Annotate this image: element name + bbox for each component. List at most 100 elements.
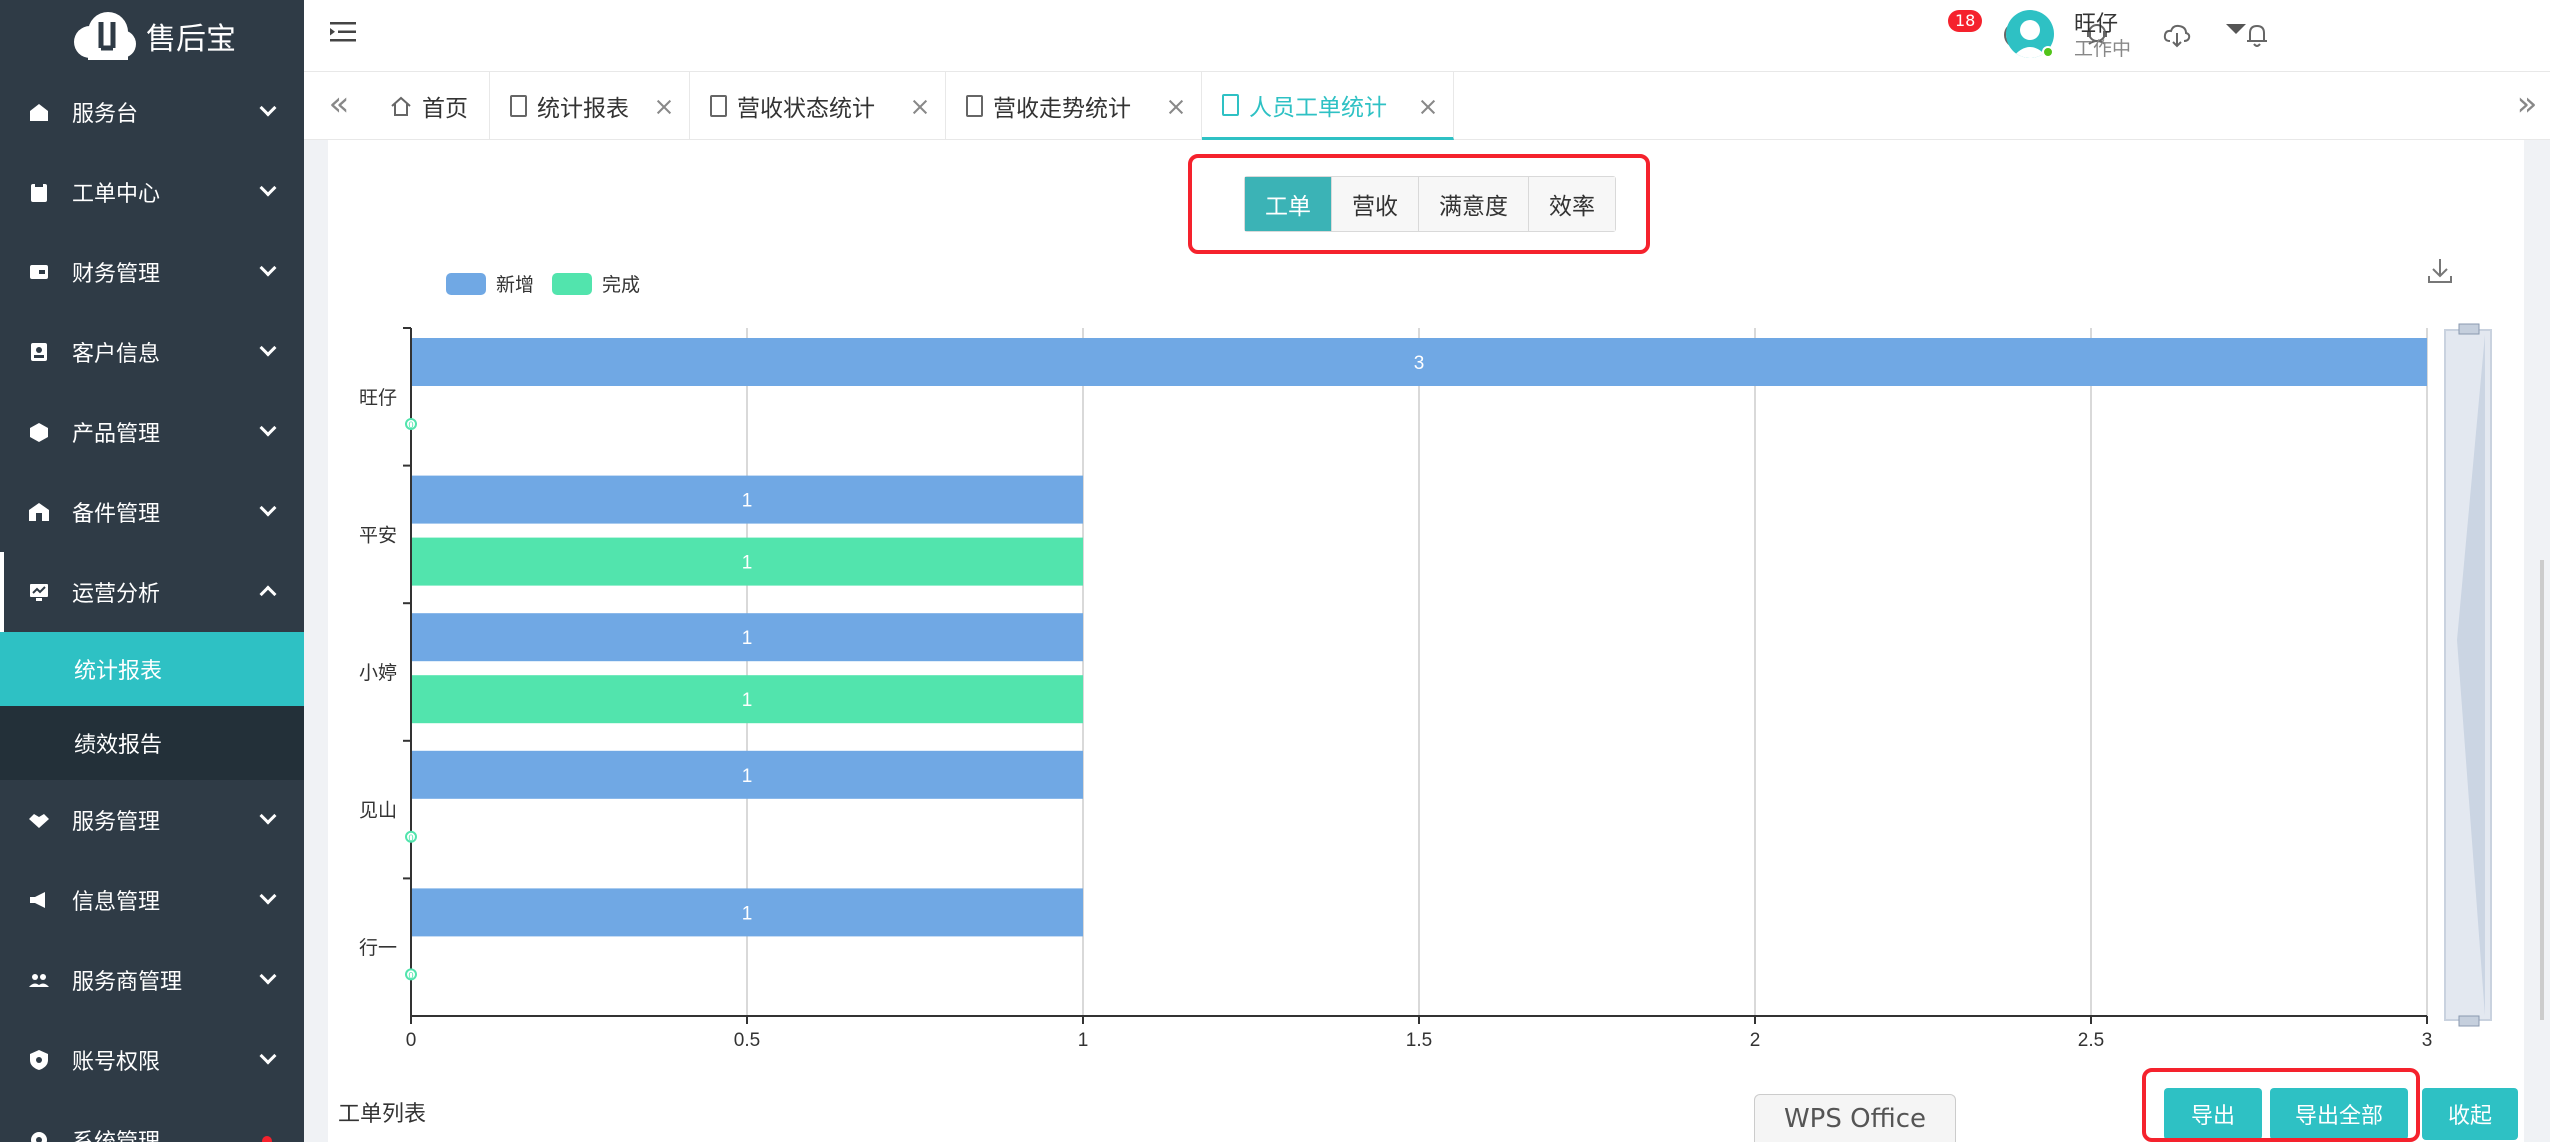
brand-name: 售后宝	[146, 22, 236, 57]
tab-bar: « 首页 统计报表 营收状态统计 营收走势统计 人员工单统计 »	[304, 72, 2550, 140]
menu-toggle-icon[interactable]	[330, 20, 358, 44]
chevron-down-icon	[259, 339, 277, 357]
sidebar-subitem-performance-report[interactable]: 绩效报告	[0, 706, 304, 780]
tabs-scroll-right-icon[interactable]: »	[2512, 87, 2542, 121]
document-icon	[510, 95, 527, 117]
tab-revenue-trend[interactable]: 营收走势统计	[946, 72, 1202, 140]
bar-value-label: 1	[742, 903, 753, 924]
sidebar-item-service-management[interactable]: 服务管理	[0, 780, 304, 860]
zero-value-label: 0	[408, 420, 413, 430]
chevron-up-icon	[259, 585, 277, 603]
chevron-down-icon	[259, 807, 277, 825]
bar-value-label: 3	[1414, 353, 1425, 374]
sidebar-item-operations-analysis[interactable]: 运营分析	[0, 552, 304, 632]
user-status: 工作中	[2074, 38, 2132, 60]
document-icon	[710, 95, 727, 117]
chevron-down-icon	[259, 887, 277, 905]
x-tick-label: 3	[2422, 1030, 2433, 1051]
zero-value-label: 0	[408, 833, 413, 843]
box-icon	[28, 421, 50, 443]
shield-icon	[28, 1049, 50, 1071]
sidebar-subitem-statistics-report[interactable]: 统计报表	[0, 632, 304, 706]
wps-office-tab[interactable]: WPS Office	[1754, 1094, 1956, 1142]
x-tick-label: 2	[1750, 1030, 1761, 1051]
sidebar: 售后宝 服务台 工单中心 财务管理 客户信息 产品管理 备件管理 运营分析 统计…	[0, 0, 304, 1142]
sidebar-item-label: 财务管理	[72, 262, 161, 287]
group-icon	[28, 969, 50, 991]
tabs-scroll-left-icon[interactable]: «	[324, 87, 354, 121]
close-icon[interactable]	[1167, 98, 1185, 116]
chevron-down-icon	[259, 1047, 277, 1065]
sidebar-item-label: 信息管理	[72, 890, 161, 915]
y-category-label: 小婷	[359, 662, 397, 684]
x-tick-label: 0	[406, 1030, 417, 1051]
zoom-handle-top[interactable]	[2458, 323, 2480, 335]
monitor-icon	[28, 101, 50, 123]
highlight-box-export	[2142, 1068, 2420, 1142]
tab-label: 人员工单统计	[1249, 94, 1387, 121]
bar-value-label: 1	[742, 766, 753, 787]
chevron-down-icon	[259, 499, 277, 517]
sidebar-item-customers[interactable]: 客户信息	[0, 312, 304, 392]
sidebar-item-label: 服务商管理	[72, 970, 183, 995]
bar-chart: 0 0.5 1 1.5 2 2.5 3 旺仔 3 0 平安 1 1 小婷 1 1 见山 1 0 行一 1 0	[359, 323, 2492, 1051]
sidebar-item-label: 客户信息	[72, 342, 161, 367]
gear-icon	[28, 1129, 50, 1142]
home-icon	[391, 96, 411, 116]
tab-label: 首页	[422, 96, 468, 122]
chevron-down-icon	[259, 967, 277, 985]
sidebar-item-system[interactable]: 系统管理	[0, 1100, 304, 1142]
sidebar-item-label: 服务管理	[72, 810, 161, 835]
chevron-down-icon	[259, 419, 277, 437]
tab-statistics-report[interactable]: 统计报表	[490, 72, 690, 140]
document-icon	[1222, 93, 1239, 116]
tab-revenue-status[interactable]: 营收状态统计	[690, 72, 946, 140]
warehouse-icon	[28, 501, 50, 523]
bar-value-label: 1	[742, 628, 753, 649]
bar-value-label: 1	[742, 553, 753, 574]
sidebar-item-products[interactable]: 产品管理	[0, 392, 304, 472]
sidebar-item-label: 运营分析	[72, 582, 161, 607]
sidebar-item-spare-parts[interactable]: 备件管理	[0, 472, 304, 552]
collapse-button[interactable]: 收起	[2422, 1088, 2518, 1140]
tab-label: 营收状态统计	[737, 96, 875, 122]
y-category-label: 旺仔	[359, 387, 397, 409]
sidebar-subitem-label: 统计报表	[74, 659, 163, 684]
sidebar-item-account-permissions[interactable]: 账号权限	[0, 1020, 304, 1100]
close-icon[interactable]	[1419, 98, 1437, 116]
chart-panel: 工单 营收 满意度 效率 新增 完成 0 0.5 1 1.5 2 2.5 3 旺仔 3 0 平安 1 1…	[328, 140, 2524, 1142]
sidebar-item-service-providers[interactable]: 服务商管理	[0, 940, 304, 1020]
chevron-down-icon	[259, 179, 277, 197]
cloud-logo-icon	[74, 12, 136, 60]
sidebar-item-label: 产品管理	[72, 422, 161, 447]
tab-label: 营收走势统计	[993, 96, 1131, 122]
document-icon	[966, 95, 983, 117]
caret-down-icon[interactable]	[2226, 24, 2246, 34]
work-order-list-title: 工单列表	[338, 1102, 427, 1127]
zoom-handle-bottom[interactable]	[2458, 1015, 2480, 1027]
sidebar-item-label: 账号权限	[72, 1050, 161, 1075]
brand-logo[interactable]: 售后宝	[0, 0, 304, 72]
y-category-label: 平安	[359, 524, 397, 546]
tab-staff-workorder[interactable]: 人员工单统计	[1202, 72, 1454, 140]
y-category-label: 行一	[359, 937, 397, 959]
page-scrollbar[interactable]	[2540, 560, 2544, 1020]
close-icon[interactable]	[911, 98, 929, 116]
close-icon[interactable]	[655, 98, 673, 116]
notification-bell-icon[interactable]	[2242, 20, 2272, 50]
x-tick-label: 0.5	[734, 1030, 760, 1051]
sidebar-item-label: 系统管理	[72, 1124, 160, 1142]
sidebar-item-label: 工单中心	[72, 182, 161, 207]
tab-home[interactable]: 首页	[368, 72, 490, 140]
sidebar-item-finance[interactable]: 财务管理	[0, 232, 304, 312]
sidebar-item-label: 备件管理	[72, 502, 161, 527]
cloud-download-icon[interactable]	[2162, 20, 2192, 50]
sidebar-item-information[interactable]: 信息管理	[0, 860, 304, 940]
y-category-label: 见山	[359, 800, 397, 822]
zero-value-label: 0	[408, 970, 413, 980]
contact-card-icon	[28, 341, 50, 363]
sidebar-item-service-desk[interactable]: 服务台	[0, 72, 304, 152]
x-tick-label: 1.5	[1406, 1030, 1432, 1051]
sidebar-subitem-label: 绩效报告	[74, 733, 163, 758]
sidebar-item-work-orders[interactable]: 工单中心	[0, 152, 304, 232]
